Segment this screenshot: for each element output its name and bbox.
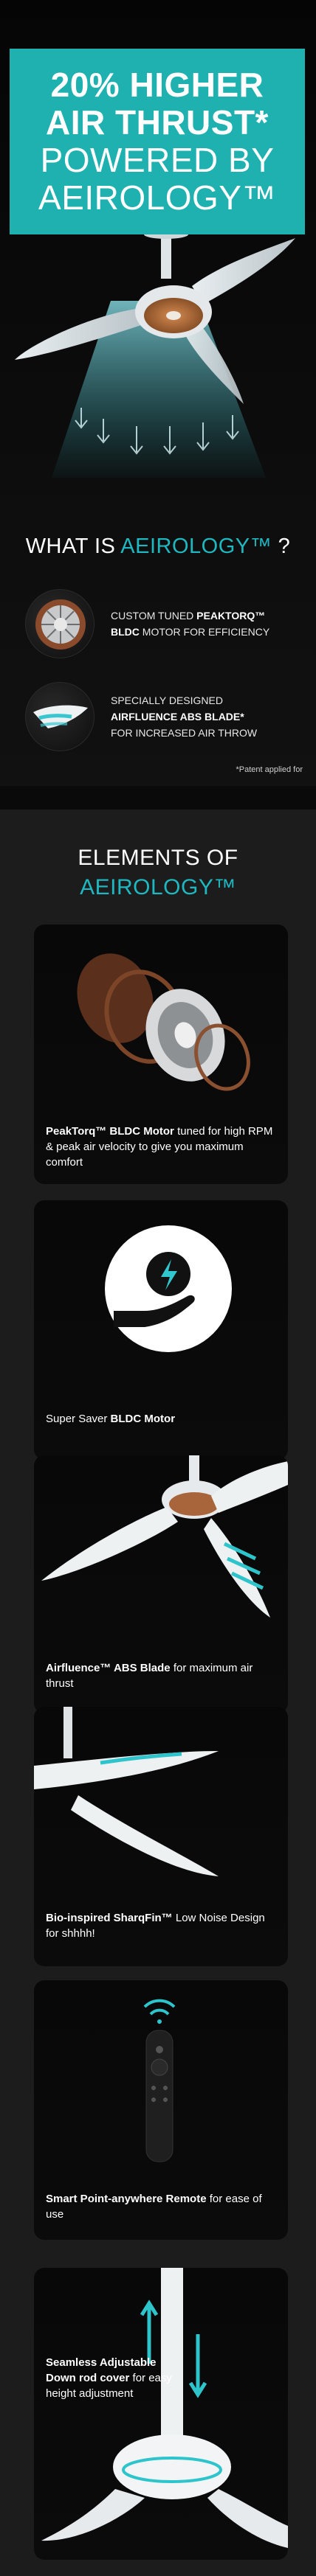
what-is-suffix: ? [272,535,291,558]
hero-title-line1: 20% HIGHER [50,66,264,104]
hero-title-line4: AEIROLOGY™ [38,178,276,217]
energy-saving-hand-icon [105,1225,232,1352]
elements-heading-line1: ELEMENTS OF [78,846,238,870]
element-card-sharqfin-caption: Bio-inspired SharqFin™ Low Noise Design … [46,1910,275,1941]
what-is-prefix: WHAT IS [25,535,121,558]
feature-blade-bold: AIRFLUENCE ABS BLADE* [111,711,244,723]
fan-airflow-illustration [15,234,295,478]
feature-motor-text: CUSTOM TUNED PEAKTORQ™ BLDC MOTOR FOR EF… [111,608,269,640]
element-card-motor-bold: PeakTorq™ BLDC Motor [46,1125,174,1138]
hero-title-line3: POWERED BY [40,141,275,179]
element-card-sharqfin-bold: Bio-inspired SharqFin™ [46,1912,173,1924]
feature-blade: SPECIALLY DESIGNED AIRFLUENCE ABS BLADE*… [25,680,306,753]
element-card-blade-caption: Airfluence™ ABS Blade for maximum air th… [46,1660,275,1691]
element-card-bldc-bold: BLDC Motor [110,1413,176,1425]
feature-blade-line3: FOR INCREASED AIR THROW [111,727,258,739]
feature-motor-line2: MOTOR FOR EFFICIENCY [139,626,270,638]
elements-heading: ELEMENTS OF AEIROLOGY™ [0,843,316,902]
element-card-downrod-caption: Seamless Adjustable Down rod cover for e… [46,2355,179,2401]
elements-heading-line2: AEIROLOGY™ [80,875,236,899]
feature-motor: CUSTOM TUNED PEAKTORQ™ BLDC MOTOR FOR EF… [25,587,306,661]
element-card-bldc: Super Saver BLDC Motor [34,1200,288,1460]
motor-exploded-icon [77,953,250,1091]
element-card-downrod: Seamless Adjustable Down rod cover for e… [34,2268,288,2560]
element-card-remote: Smart Point-anywhere Remote for ease of … [34,1980,288,2240]
hero-section: 20% HIGHER AIR THRUST* POWERED BY AEIROL… [0,0,316,786]
element-card-sharqfin: Bio-inspired SharqFin™ Low Noise Design … [34,1707,288,1966]
element-card-bldc-caption: Super Saver BLDC Motor [46,1411,275,1427]
element-card-remote-caption: Smart Point-anywhere Remote for ease of … [46,2191,275,2222]
element-card-motor-caption: PeakTorq™ BLDC Motor tuned for high RPM … [46,1124,275,1170]
element-card-motor: PeakTorq™ BLDC Motor tuned for high RPM … [34,925,288,1184]
feature-blade-text: SPECIALLY DESIGNED AIRFLUENCE ABS BLADE*… [111,692,257,741]
element-card-blade: Airfluence™ ABS Blade for maximum air th… [34,1455,288,1713]
feature-motor-bold1: PEAKTORQ™ [196,610,266,622]
blade-icon [25,682,95,751]
element-card-remote-bold: Smart Point-anywhere Remote [46,2193,207,2205]
patent-note: *Patent applied for [236,765,303,774]
sharqfin-blade-icon [34,1707,219,1876]
remote-icon [143,1999,176,2162]
fan-blade-icon [41,1455,288,1618]
feature-blade-line1: SPECIALLY DESIGNED [111,695,223,706]
what-is-accent: AEIROLOGY™ [120,535,272,558]
downrod-icon [41,2268,288,2548]
feature-motor-line1: CUSTOM TUNED [111,610,197,622]
motor-icon [25,589,95,658]
element-card-blade-bold: Airfluence™ ABS Blade [46,1662,171,1674]
what-is-heading: WHAT IS AEIROLOGY™ ? [0,535,316,559]
hero-title-line2: AIR THRUST* [46,103,269,142]
feature-motor-bold2: BLDC [111,626,140,638]
product-page: 20% HIGHER AIR THRUST* POWERED BY AEIROL… [0,0,316,2576]
elements-section: ELEMENTS OF AEIROLOGY™ PeakTorq™ BLDC Mo… [0,810,316,2576]
hero-title: 20% HIGHER AIR THRUST* POWERED BY AEIROL… [10,66,305,217]
element-card-bldc-prefix: Super Saver [46,1413,111,1425]
